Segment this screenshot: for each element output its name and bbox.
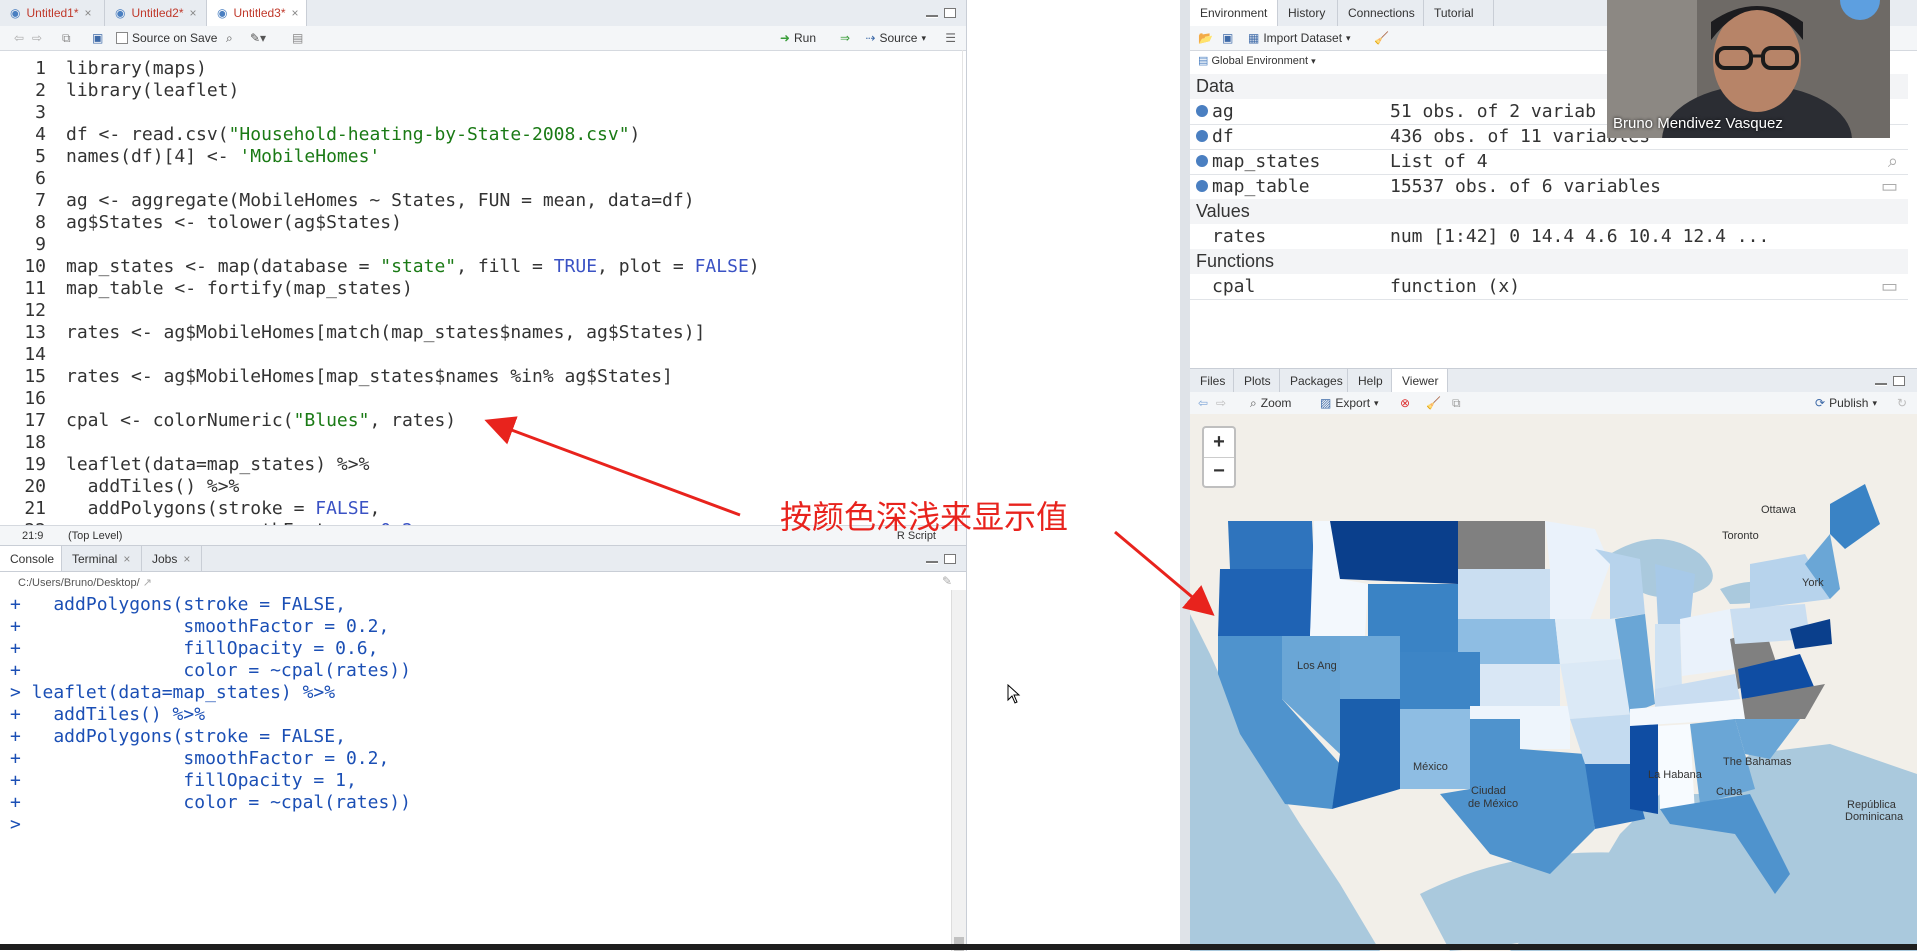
arrow-to-code xyxy=(484,416,741,517)
taskbar-strip xyxy=(0,944,1917,950)
annotation-arrows xyxy=(484,416,1215,616)
arrow-to-map xyxy=(1114,530,1215,616)
